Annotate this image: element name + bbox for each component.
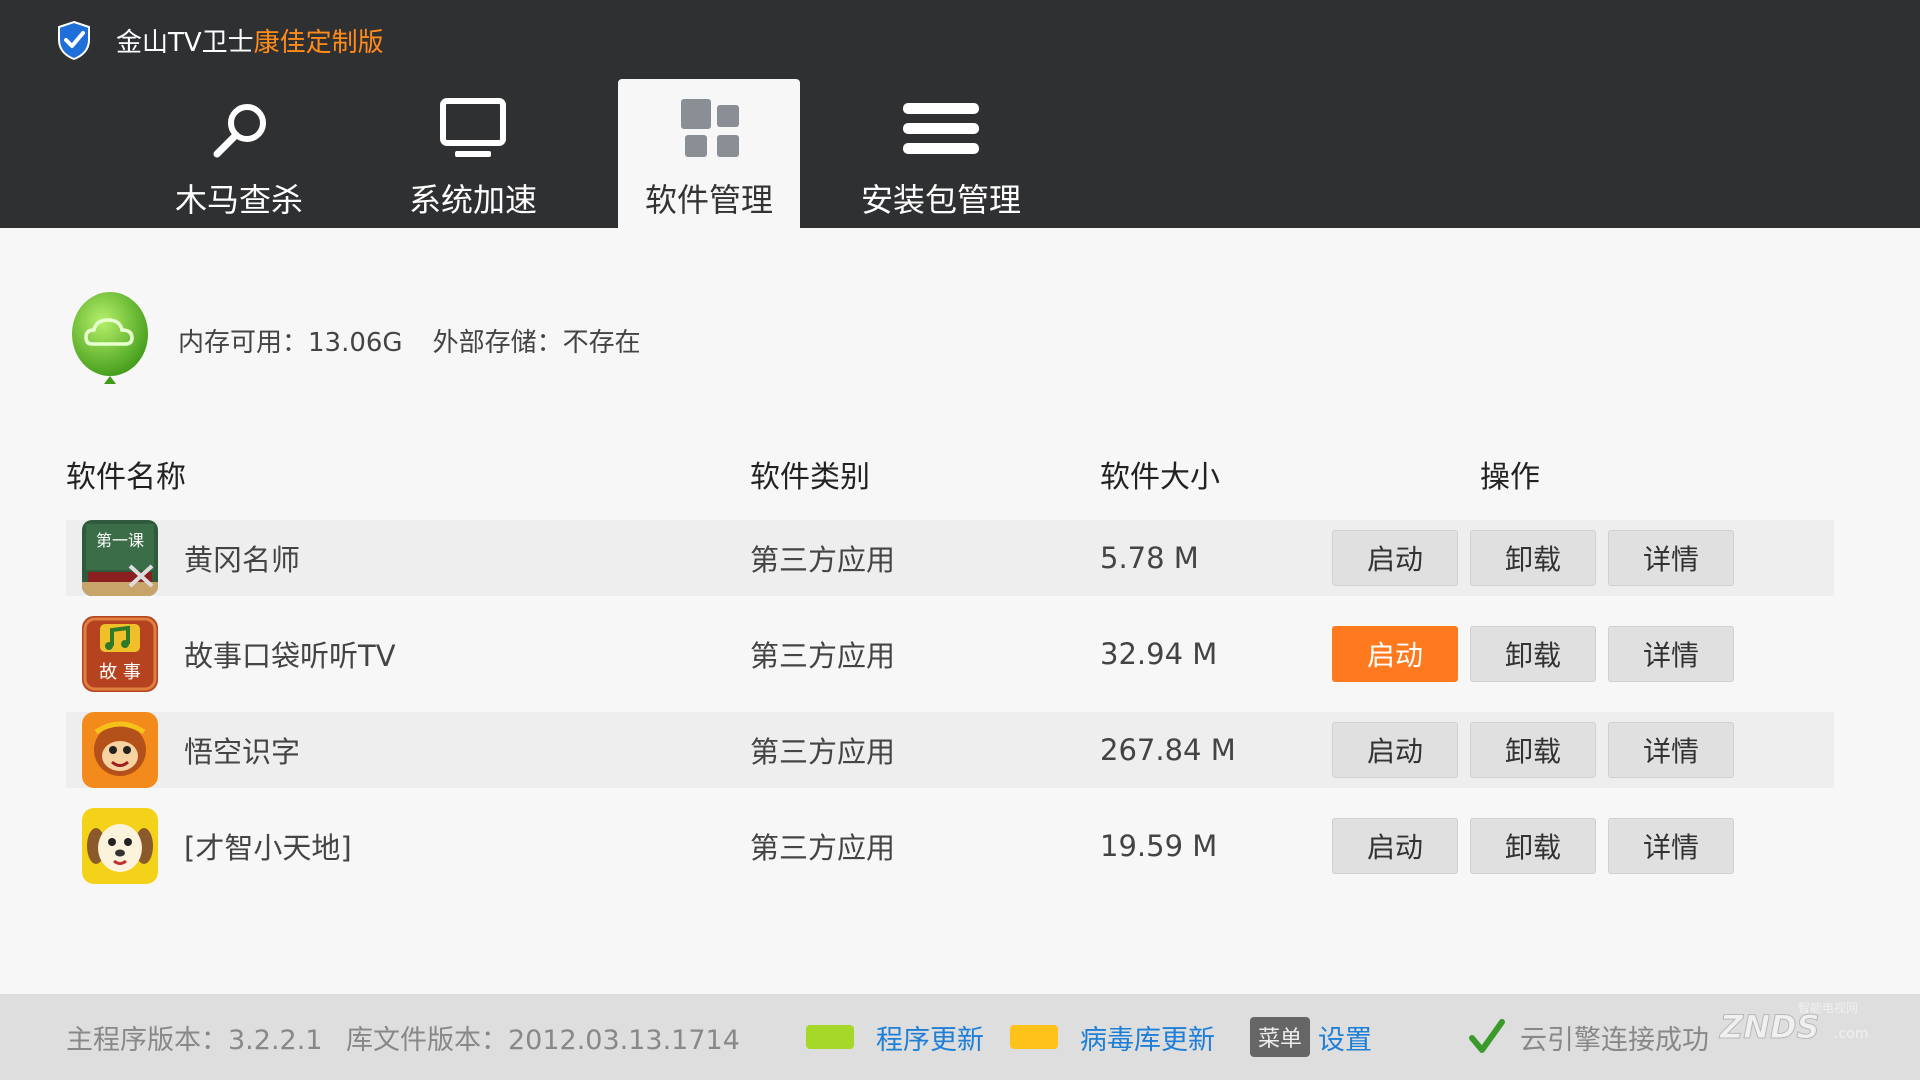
table-row: 故 事 故事口袋听听TV 第三方应用 32.94 M 启动 卸载 详情 <box>66 616 1834 692</box>
tab-software-management[interactable]: 软件管理 <box>618 79 800 228</box>
app-category: 第三方应用 <box>750 543 896 577</box>
details-button[interactable]: 详情 <box>1608 626 1734 682</box>
yellow-swatch <box>1010 1025 1058 1049</box>
app-size: 267.84 M <box>1100 733 1236 767</box>
watermark-domain: .com <box>1834 1026 1868 1042</box>
app-category: 第三方应用 <box>750 735 896 769</box>
tab-package-management[interactable]: 安装包管理 <box>850 79 1032 228</box>
app-title: 金山TV卫士 <box>116 27 254 58</box>
app-edition: 康佳定制版 <box>253 27 384 58</box>
launch-button[interactable]: 启动 <box>1332 818 1458 874</box>
uninstall-button[interactable]: 卸载 <box>1470 530 1596 586</box>
monkey-app-icon <box>82 712 158 788</box>
tab-label: 软件管理 <box>644 181 773 219</box>
tab-system-boost[interactable]: 系统加速 <box>382 79 564 228</box>
external-storage: 外部存储：不存在 <box>432 327 641 358</box>
chalkboard-app-icon: 第一课 <box>82 520 158 596</box>
header-name: 软件名称 <box>66 460 186 495</box>
app-category: 第三方应用 <box>750 639 896 673</box>
story-app-icon: 故 事 <box>82 616 158 692</box>
library-version: 库文件版本：2012.03.13.1714 <box>346 1024 740 1056</box>
details-button[interactable]: 详情 <box>1608 530 1734 586</box>
grid-icon <box>681 99 739 157</box>
tab-label: 木马查杀 <box>174 181 303 219</box>
table-row: [才智小天地] 第三方应用 19.59 M 启动 卸载 详情 <box>66 808 1834 884</box>
storage-info: 内存可用：13.06G 外部存储：不存在 <box>68 290 641 390</box>
tab-trojan-scan[interactable]: 木马查杀 <box>148 79 330 228</box>
details-button[interactable]: 详情 <box>1608 722 1734 778</box>
details-button[interactable]: 详情 <box>1608 818 1734 874</box>
launch-button[interactable]: 启动 <box>1332 626 1458 682</box>
app-size: 32.94 M <box>1100 637 1218 671</box>
shield-logo-icon <box>58 20 90 60</box>
program-update-label: 程序更新 <box>876 1024 984 1056</box>
uninstall-button[interactable]: 卸载 <box>1470 722 1596 778</box>
cloud-status: 云引擎连接成功 <box>1468 994 1709 1080</box>
tab-label: 安装包管理 <box>860 181 1021 219</box>
main-nav: 木马查杀 系统加速 软件管理 安装包管理 <box>0 79 1100 228</box>
app-icon-text: 第一课 <box>96 531 144 550</box>
top-bar: 金山TV卫士 康佳定制版 木马查杀 系统加速 软件管理 安装包管理 <box>0 0 1920 228</box>
table-row: 第一课 黄冈名师 第三方应用 5.78 M 启动 卸载 详情 <box>66 520 1834 596</box>
magnifier-icon <box>213 104 266 158</box>
tab-label: 系统加速 <box>408 181 537 219</box>
app-size: 19.59 M <box>1100 829 1218 863</box>
program-version: 主程序版本：3.2.2.1 <box>66 1024 323 1056</box>
program-update-legend: 程序更新 <box>806 994 984 1080</box>
header-size: 软件大小 <box>1100 460 1220 495</box>
status-bar: 主程序版本：3.2.2.1 库文件版本：2012.03.13.1714 程序更新… <box>0 994 1920 1080</box>
app-name: 悟空识字 <box>184 735 301 769</box>
header-action: 操作 <box>1480 460 1540 495</box>
watermark-text: ZNDS <box>1719 1008 1820 1046</box>
uninstall-button[interactable]: 卸载 <box>1470 626 1596 682</box>
menu-lines-icon <box>903 103 979 154</box>
virus-update-label: 病毒库更新 <box>1080 1024 1215 1056</box>
app-title-row: 金山TV卫士 康佳定制版 <box>56 18 384 62</box>
znds-watermark-logo: 智能电视网 ZNDS .com <box>1719 1000 1869 1047</box>
cloud-balloon-icon <box>72 292 148 384</box>
uninstall-button[interactable]: 卸载 <box>1470 818 1596 874</box>
app-name: 黄冈名师 <box>184 543 301 577</box>
app-name: 故事口袋听听TV <box>184 639 396 673</box>
settings-label: 设置 <box>1318 1024 1373 1056</box>
dog-app-icon <box>82 808 158 884</box>
launch-button[interactable]: 启动 <box>1332 722 1458 778</box>
table-row: 悟空识字 第三方应用 267.84 M 启动 卸载 详情 <box>66 712 1834 788</box>
header-category: 软件类别 <box>750 460 870 495</box>
menu-key-badge: 菜单 <box>1250 1017 1311 1057</box>
green-swatch <box>806 1025 854 1049</box>
app-name: [才智小天地] <box>184 831 352 865</box>
checkmark-icon <box>1469 1019 1505 1053</box>
cloud-status-label: 云引擎连接成功 <box>1520 1024 1709 1056</box>
monitor-icon <box>440 98 506 157</box>
app-icon-text: 故 事 <box>99 662 141 683</box>
app-size: 5.78 M <box>1100 541 1199 575</box>
memory-available: 内存可用：13.06G <box>178 327 403 358</box>
virus-update-legend: 病毒库更新 <box>1010 994 1215 1080</box>
settings-hint[interactable]: 菜单 设置 <box>1250 994 1372 1080</box>
launch-button[interactable]: 启动 <box>1332 530 1458 586</box>
app-category: 第三方应用 <box>750 831 896 865</box>
